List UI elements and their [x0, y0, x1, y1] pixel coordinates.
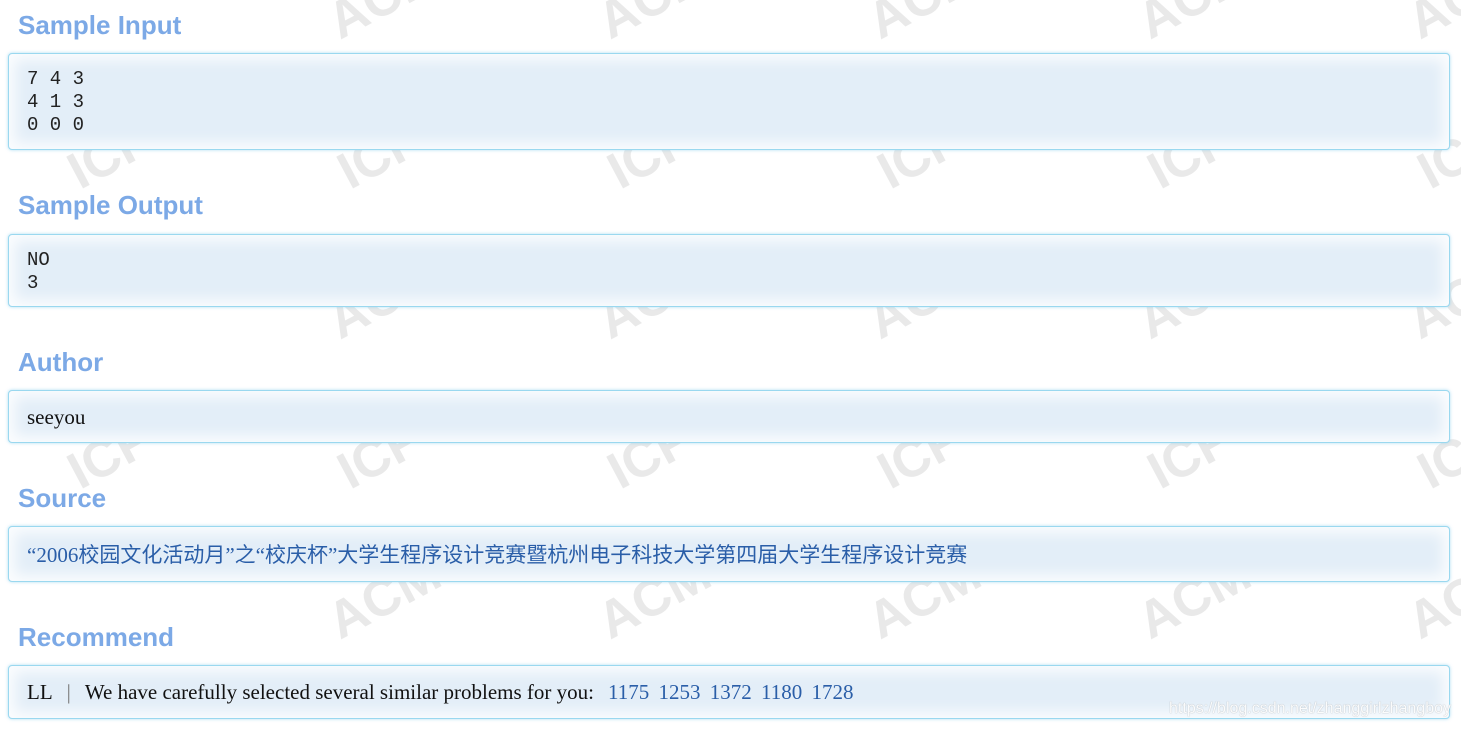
recommend-message: We have carefully selected several simil… — [84, 680, 594, 704]
source-heading: Source — [18, 483, 107, 513]
recommend-user: LL — [27, 680, 53, 704]
sample-input-heading: Sample Input — [18, 10, 182, 40]
watermark-text: ACM — [858, 0, 990, 51]
recommend-line: LL | We have carefully selected several si… — [27, 679, 853, 705]
sample-input-text: 7 4 3 4 1 3 0 0 0 — [27, 68, 85, 136]
sample-output-heading: Sample Output — [18, 190, 203, 220]
source-link[interactable]: “2006校园文化活动月”之“校庆杯”大学生程序设计竞赛暨杭州电子科技大学第四届… — [27, 542, 967, 568]
watermark-text: ACM — [318, 0, 450, 51]
problem-link-1180[interactable]: 1180 — [761, 680, 802, 704]
author-heading: Author — [18, 347, 104, 377]
watermark-text: ACM — [588, 0, 720, 51]
blog-url-watermark: https://blog.csdn.net/zhanggirlzhangboy — [1169, 700, 1451, 717]
problem-link-1175[interactable]: 1175 — [608, 680, 649, 704]
watermark-text: ACM — [1398, 0, 1461, 51]
sample-input-panel: 7 4 3 4 1 3 0 0 0 — [8, 53, 1450, 150]
sample-output-panel: NO 3 — [8, 234, 1450, 307]
watermark-text: ACM — [1128, 0, 1260, 51]
problem-link-1728[interactable]: 1728 — [811, 680, 853, 704]
author-panel: seeyou — [8, 390, 1450, 443]
author-name: seeyou — [27, 405, 86, 429]
recommend-problem-links: 1175 1253 1372 1180 1728 — [604, 680, 853, 704]
problem-link-1253[interactable]: 1253 — [658, 680, 700, 704]
recommend-heading: Recommend — [18, 622, 175, 652]
recommend-separator: | — [66, 680, 71, 704]
source-panel: “2006校园文化活动月”之“校庆杯”大学生程序设计竞赛暨杭州电子科技大学第四届… — [8, 526, 1450, 582]
sample-output-text: NO 3 — [27, 249, 50, 294]
problem-link-1372[interactable]: 1372 — [710, 680, 752, 704]
